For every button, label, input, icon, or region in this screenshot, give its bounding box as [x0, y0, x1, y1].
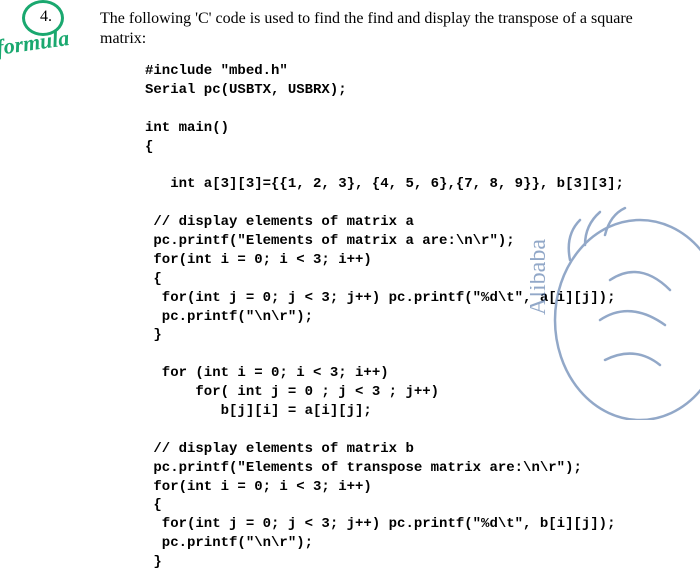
question-text-line1: The following 'C' code is used to find t…	[100, 8, 700, 30]
svg-text:Alibaba: Alibaba	[530, 239, 551, 315]
question-text-line2: matrix:	[100, 30, 146, 48]
handwritten-annotation: formula	[0, 25, 71, 61]
question-number: 4.	[40, 8, 52, 26]
hand-drawn-doodle: Alibaba	[530, 200, 700, 420]
